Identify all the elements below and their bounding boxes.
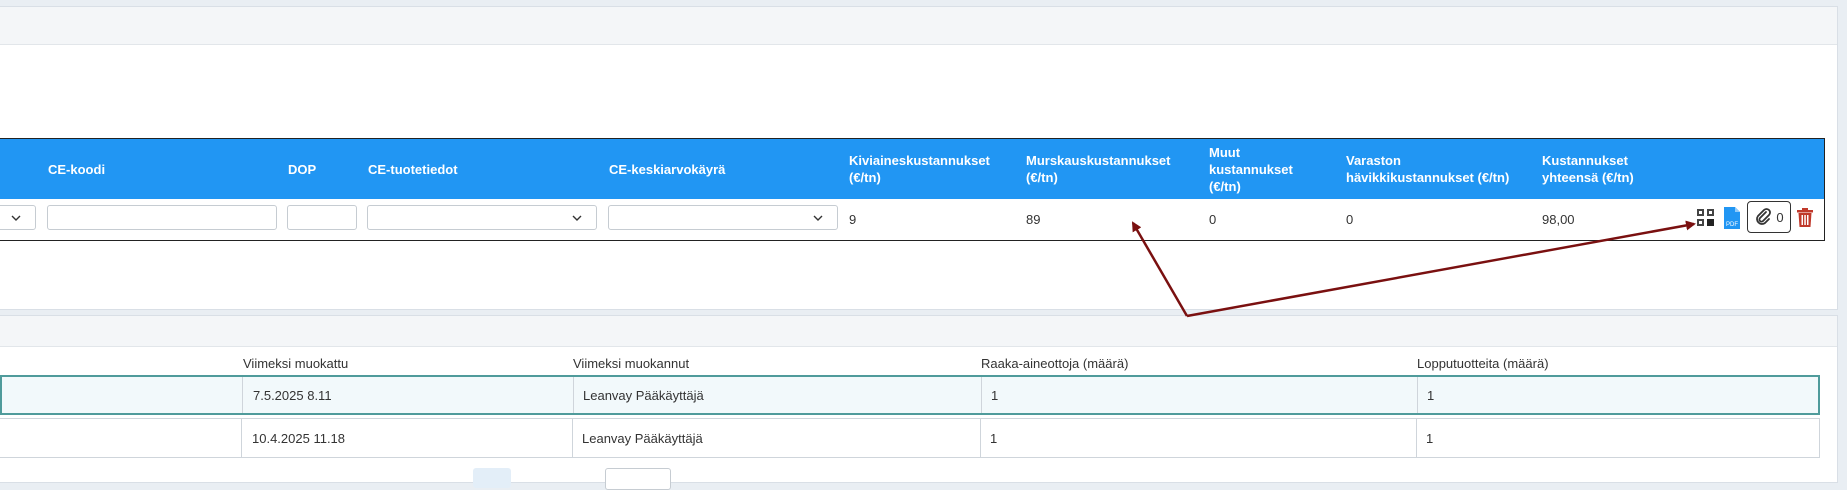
header-ce-curve[interactable]: CE-keskiarvokäyrä (609, 139, 725, 199)
table-row[interactable]: 10.4.2025 11.18 Leanvay Pääkäyttäjä 1 1 (0, 418, 1820, 458)
table-row[interactable]: 7.5.2025 8.11 Leanvay Pääkäyttäjä 1 1 (0, 375, 1820, 415)
cell-storage-loss: 0 (1346, 212, 1354, 227)
grid-header: CE-koodi DOP CE-tuotetiedot CE-keskiarvo… (0, 139, 1824, 199)
panel-header (0, 7, 1837, 45)
cell-raw-count: 1 (990, 430, 998, 446)
header-crushing-cost[interactable]: Murskauskustannukset (€/tn) (1026, 139, 1186, 199)
page-size-select[interactable] (605, 468, 671, 490)
cell-total-cost: 98,00 (1542, 212, 1575, 227)
ce-curve-select[interactable] (608, 205, 838, 230)
svg-text:PDF: PDF (1726, 222, 1738, 228)
header-other-cost[interactable]: Muut kustannukset (€/tn) (1209, 139, 1319, 199)
column-modified-by[interactable]: Viimeksi muokannut (573, 356, 689, 371)
header-ce-product[interactable]: CE-tuotetiedot (368, 139, 458, 199)
cell-other-cost: 0 (1209, 212, 1217, 227)
header-ce-code[interactable]: CE-koodi (48, 139, 105, 199)
cell-modified: 7.5.2025 8.11 (253, 387, 332, 403)
pagination-current[interactable] (473, 468, 511, 488)
ce-product-select[interactable] (367, 205, 597, 230)
attachment-count: 0 (1776, 209, 1784, 225)
cell-modified: 10.4.2025 11.18 (252, 430, 346, 446)
cell-aggregate-cost: 9 (849, 212, 857, 227)
ce-code-input[interactable] (47, 205, 277, 230)
leading-select[interactable] (0, 205, 36, 230)
column-raw-count[interactable]: Raaka-aineottoja (määrä) (981, 356, 1128, 371)
header-storage-loss[interactable]: Varaston hävikkikustannukset (€/tn) (1346, 139, 1531, 199)
cell-product-count: 1 (1426, 430, 1434, 446)
panel-header (0, 316, 1837, 347)
pdf-icon[interactable]: PDF (1722, 206, 1742, 230)
header-dop[interactable]: DOP (288, 139, 316, 199)
cell-crushing-cost: 89 (1026, 212, 1041, 227)
cell-modified-by: Leanvay Pääkäyttäjä (583, 387, 704, 403)
chevron-down-icon (11, 215, 21, 221)
trash-icon[interactable] (1796, 208, 1814, 228)
cell-modified-by: Leanvay Pääkäyttäjä (582, 430, 703, 446)
qr-code-icon[interactable] (1696, 208, 1716, 228)
header-total-cost[interactable]: Kustannukset yhteensä (€/tn) (1542, 139, 1652, 199)
column-modified[interactable]: Viimeksi muokattu (243, 356, 348, 371)
paperclip-icon (1756, 208, 1772, 225)
cell-product-count: 1 (1427, 387, 1435, 403)
chevron-down-icon (572, 215, 582, 221)
cell-raw-count: 1 (991, 387, 999, 403)
chevron-down-icon (813, 215, 823, 221)
column-product-count[interactable]: Lopputuotteita (määrä) (1417, 356, 1549, 371)
attachment-button[interactable]: 0 (1747, 201, 1791, 233)
header-aggregate-cost[interactable]: Kiviaineskustannukset (€/tn) (849, 139, 999, 199)
dop-input[interactable] (287, 205, 357, 230)
